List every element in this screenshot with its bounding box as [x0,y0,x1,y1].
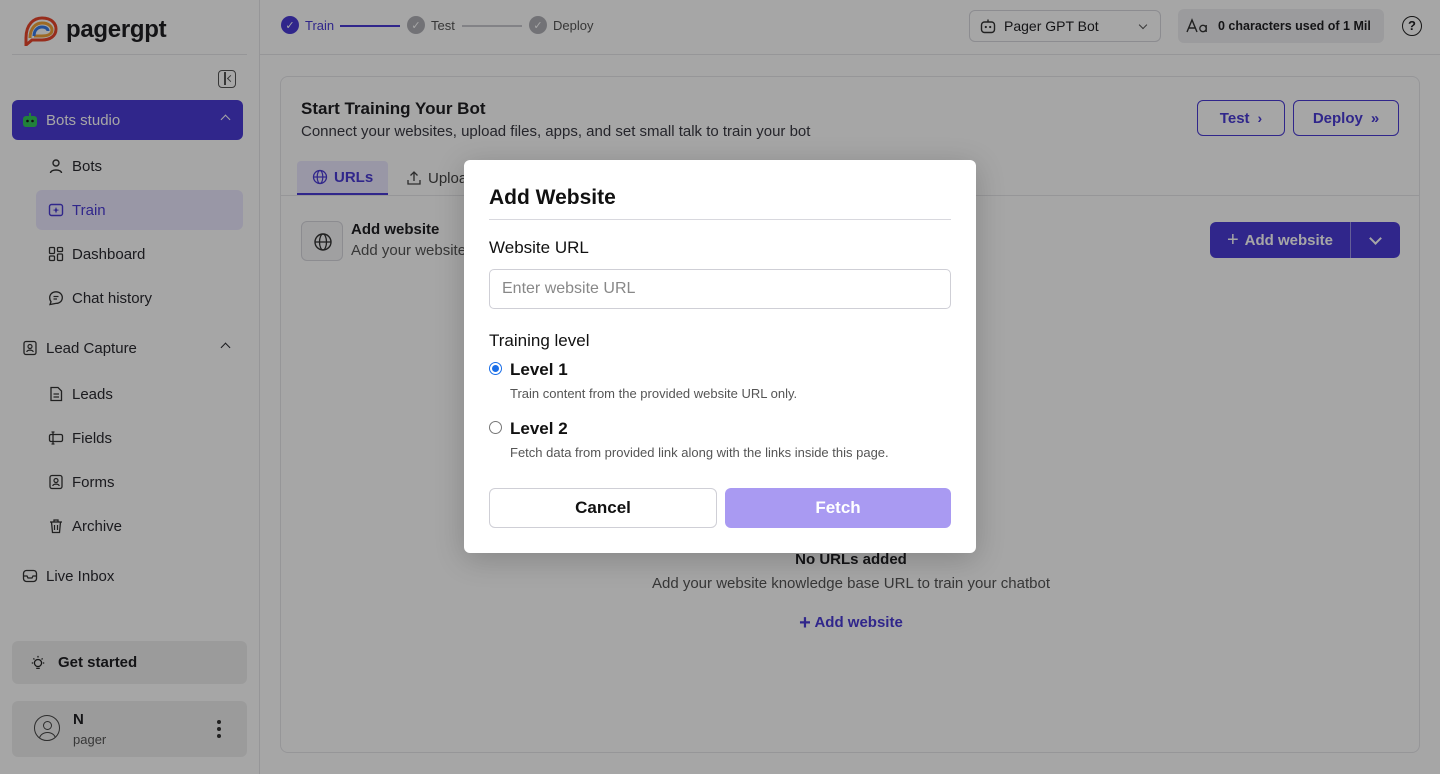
level-2-radio[interactable] [489,421,502,434]
website-url-input[interactable] [489,269,951,309]
level-1-radio[interactable] [489,362,502,375]
level-1-label[interactable]: Level 1 [510,360,568,380]
website-url-label: Website URL [489,238,589,257]
level-2-label[interactable]: Level 2 [510,419,568,439]
fetch-button[interactable]: Fetch [725,488,951,528]
training-level-label: Training level [489,331,590,350]
add-website-dialog: Add Website Website URL Training level L… [464,160,976,553]
level-1-description: Train content from the provided website … [510,386,798,401]
dialog-divider [489,219,951,220]
dialog-title: Add Website [489,186,616,209]
cancel-button[interactable]: Cancel [489,488,717,528]
level-2-description: Fetch data from provided link along with… [510,445,889,460]
